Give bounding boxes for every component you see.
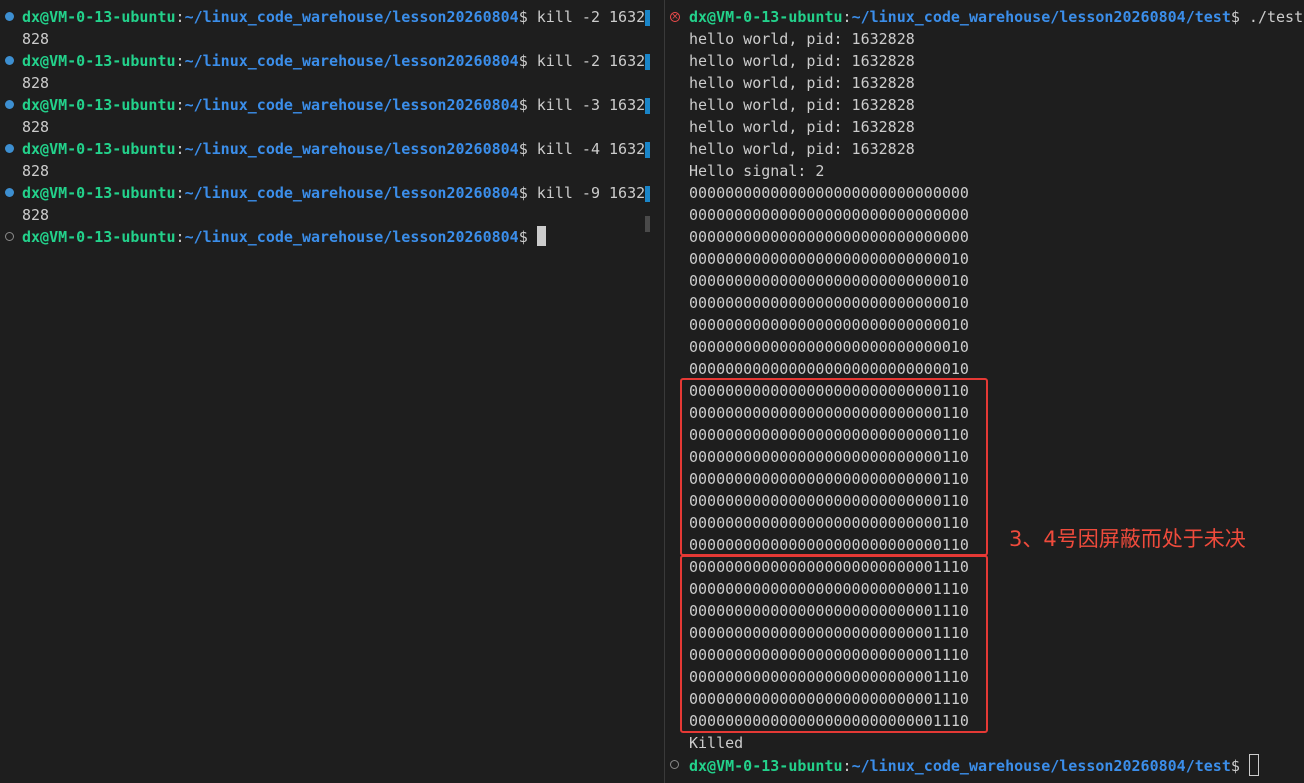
wrapped-pid-text: 828: [22, 118, 50, 136]
command-text: ./test: [1239, 8, 1304, 26]
prompt-path: ~/linux_code_warehouse/lesson20260804: [184, 140, 519, 158]
output-line-text: hello world, pid: 1632828: [689, 30, 915, 48]
prompt-colon: :: [842, 8, 852, 26]
killed-line-text: Killed: [689, 734, 744, 752]
terminal-cursor: [1248, 754, 1259, 776]
scrollbar-thumb[interactable]: [645, 216, 650, 232]
output-line-text: hello world, pid: 1632828: [689, 96, 915, 114]
prompt-path: ~/linux_code_warehouse/lesson20260804/te…: [851, 757, 1231, 775]
command-text: kill -3 1632: [527, 96, 646, 114]
prompt-text: dx@VM-0-13-ubuntu:~/linux_code_warehouse…: [22, 94, 645, 116]
pending-bitmap-line-text: 0000000000000000000000000000000: [689, 228, 969, 246]
success-status-icon: [5, 12, 14, 21]
wrapped-pid-text: 828: [22, 30, 50, 48]
pending-bitmap-line-text: 0000000000000000000000000000010: [689, 360, 969, 378]
output-line-text: hello world, pid: 1632828: [689, 74, 915, 92]
wrapped-pid-text: 828: [22, 74, 50, 92]
output-line-text: hello world, pid: 1632828: [689, 140, 915, 158]
pending-bitmap-line-text: 0000000000000000000000000000000: [689, 184, 969, 202]
scrollbar-marker: [645, 54, 650, 70]
scrollbar-marker: [645, 98, 650, 114]
prompt-path: ~/linux_code_warehouse/lesson20260804: [184, 184, 519, 202]
prompt-path: ~/linux_code_warehouse/lesson20260804/te…: [851, 8, 1231, 26]
prompt-user-host: dx@VM-0-13-ubuntu: [689, 8, 843, 26]
prompt-user-host: dx@VM-0-13-ubuntu: [22, 8, 176, 26]
prompt-user-host: dx@VM-0-13-ubuntu: [22, 52, 176, 70]
success-status-icon: [5, 144, 14, 153]
prompt-colon: :: [175, 228, 185, 246]
prompt-dollar: $: [518, 52, 528, 70]
pending-status-icon: [5, 232, 14, 241]
success-status-icon: [5, 100, 14, 109]
command-text: kill -9 1632: [527, 184, 646, 202]
prompt-text: dx@VM-0-13-ubuntu:~/linux_code_warehouse…: [22, 6, 645, 28]
prompt-dollar: $: [518, 184, 528, 202]
prompt-path: ~/linux_code_warehouse/lesson20260804: [184, 96, 519, 114]
prompt-colon: :: [175, 140, 185, 158]
signal-line-text: Hello signal: 2: [689, 162, 825, 180]
scrollbar-marker: [645, 186, 650, 202]
prompt-colon: :: [175, 8, 185, 26]
annotation-text: 3、4号因屏蔽而处于未决: [1009, 527, 1246, 551]
pending-bitmap-line-text: 0000000000000000000000000000010: [689, 338, 969, 356]
success-status-icon: [5, 188, 14, 197]
prompt-user-host: dx@VM-0-13-ubuntu: [22, 184, 176, 202]
scrollbar-marker: [645, 10, 650, 26]
command-text: kill -4 1632: [527, 140, 646, 158]
prompt-text: dx@VM-0-13-ubuntu:~/linux_code_warehouse…: [22, 50, 645, 72]
success-status-icon: [5, 56, 14, 65]
scrollbar-marker: [645, 142, 650, 158]
wrapped-pid-text: 828: [22, 206, 50, 224]
prompt-path: ~/linux_code_warehouse/lesson20260804: [184, 8, 519, 26]
prompt-colon: :: [175, 184, 185, 202]
pending-bitmap-line-text: 0000000000000000000000000000010: [689, 250, 969, 268]
command-text: kill -2 1632: [527, 52, 646, 70]
output-line-text: hello world, pid: 1632828: [689, 118, 915, 136]
prompt-text: dx@VM-0-13-ubuntu:~/linux_code_warehouse…: [22, 138, 645, 160]
prompt-text: dx@VM-0-13-ubuntu:~/linux_code_warehouse…: [22, 182, 645, 204]
prompt-dollar: $: [1230, 757, 1240, 775]
prompt-path: ~/linux_code_warehouse/lesson20260804: [184, 228, 519, 246]
pane-divider[interactable]: [651, 0, 665, 783]
prompt-text: dx@VM-0-13-ubuntu:~/linux_code_warehouse…: [22, 226, 546, 248]
highlight-box-signal-4: [680, 555, 988, 733]
prompt-dollar: $: [518, 140, 528, 158]
pending-bitmap-line-text: 0000000000000000000000000000000: [689, 206, 969, 224]
pending-status-icon: [670, 760, 679, 769]
prompt-colon: :: [175, 52, 185, 70]
terminal-cursor: [536, 226, 546, 246]
prompt-dollar: $: [1230, 8, 1240, 26]
pending-bitmap-line-text: 0000000000000000000000000000010: [689, 272, 969, 290]
output-line-text: hello world, pid: 1632828: [689, 52, 915, 70]
prompt-user-host: dx@VM-0-13-ubuntu: [22, 96, 176, 114]
prompt-dollar: $: [518, 8, 528, 26]
error-status-icon: ×: [670, 12, 680, 22]
prompt-text: dx@VM-0-13-ubuntu:~/linux_code_warehouse…: [689, 754, 1259, 777]
prompt-text: dx@VM-0-13-ubuntu:~/linux_code_warehouse…: [689, 6, 1303, 28]
pending-bitmap-line-text: 0000000000000000000000000000010: [689, 294, 969, 312]
prompt-dollar: $: [518, 96, 528, 114]
prompt-colon: :: [842, 757, 852, 775]
prompt-user-host: dx@VM-0-13-ubuntu: [689, 757, 843, 775]
prompt-user-host: dx@VM-0-13-ubuntu: [22, 228, 176, 246]
highlight-box-signal-3: [680, 378, 988, 556]
prompt-colon: :: [175, 96, 185, 114]
prompt-path: ~/linux_code_warehouse/lesson20260804: [184, 52, 519, 70]
prompt-user-host: dx@VM-0-13-ubuntu: [22, 140, 176, 158]
command-text: kill -2 1632: [527, 8, 646, 26]
prompt-dollar: $: [518, 228, 528, 246]
wrapped-pid-text: 828: [22, 162, 50, 180]
pending-bitmap-line-text: 0000000000000000000000000000010: [689, 316, 969, 334]
left-terminal[interactable]: dx@VM-0-13-ubuntu:~/linux_code_warehouse…: [0, 0, 651, 783]
